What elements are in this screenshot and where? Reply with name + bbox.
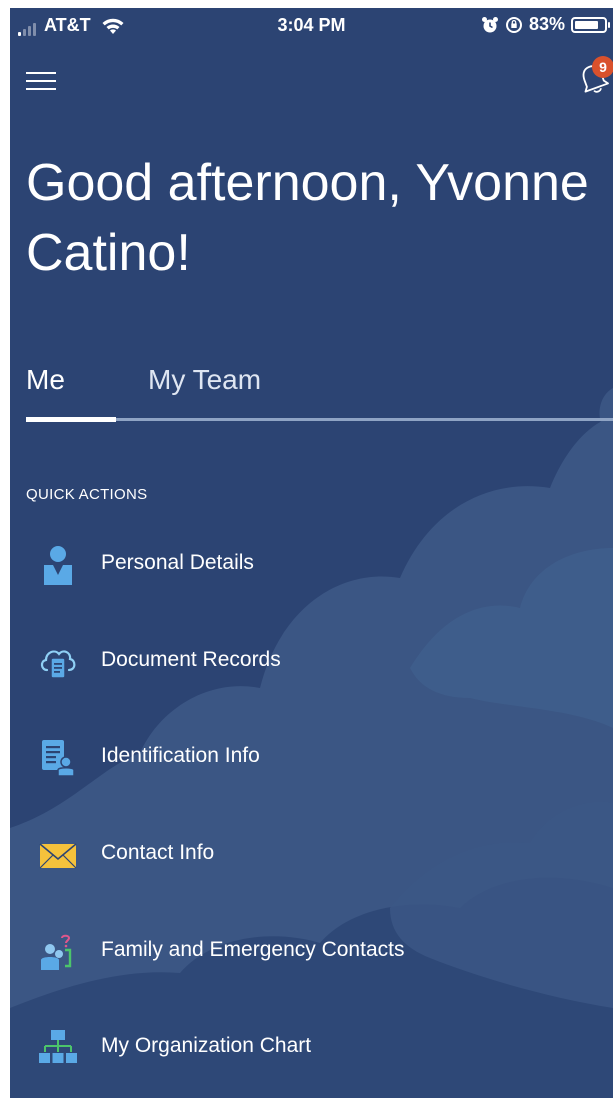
family-contacts-icon <box>41 934 72 970</box>
menu-button[interactable] <box>26 70 58 92</box>
app-screen: AT&T 3:04 PM 83% 9 Good afternoon, Yvonn… <box>10 8 613 1098</box>
quick-action-contact-info[interactable]: Contact Info <box>10 823 613 883</box>
quick-action-identification-info[interactable]: Identification Info <box>10 726 613 786</box>
quick-action-document-records[interactable]: Document Records <box>10 630 613 690</box>
status-bar: AT&T 3:04 PM 83% <box>10 8 613 42</box>
quick-action-label: Document Records <box>101 648 281 671</box>
quick-actions-heading: QUICK ACTIONS <box>26 486 148 503</box>
alarm-icon <box>481 16 498 32</box>
cloud-document-icon <box>40 650 76 679</box>
quick-action-label: Contact Info <box>101 841 215 864</box>
id-document-icon <box>42 740 75 777</box>
tab-my-team[interactable]: My Team <box>148 364 261 396</box>
greeting-title: Good afternoon, Yvonne Catino! <box>26 154 589 282</box>
tab-indicator <box>26 417 116 422</box>
battery-percent: 83% <box>528 14 565 34</box>
quick-action-label: Family and Emergency Contacts <box>101 938 405 961</box>
quick-action-family-emergency-contacts[interactable]: Family and Emergency Contacts <box>10 920 613 980</box>
quick-action-label: My Organization Chart <box>101 1034 312 1057</box>
battery-icon <box>571 16 610 33</box>
rotation-lock-icon <box>505 16 522 33</box>
hamburger-menu-icon <box>26 72 56 74</box>
quick-action-label: Personal Details <box>101 551 254 574</box>
notification-badge: 9 <box>592 56 613 78</box>
quick-action-org-chart[interactable]: My Organization Chart <box>10 1016 613 1076</box>
person-icon <box>44 546 72 585</box>
battery-fill <box>575 20 598 29</box>
envelope-icon <box>39 843 77 869</box>
tab-me[interactable]: Me <box>26 364 65 396</box>
quick-action-label: Identification Info <box>101 744 260 767</box>
org-chart-icon <box>39 1030 77 1063</box>
quick-action-personal-details[interactable]: Personal Details <box>10 533 613 593</box>
status-right: 83% <box>481 14 610 35</box>
